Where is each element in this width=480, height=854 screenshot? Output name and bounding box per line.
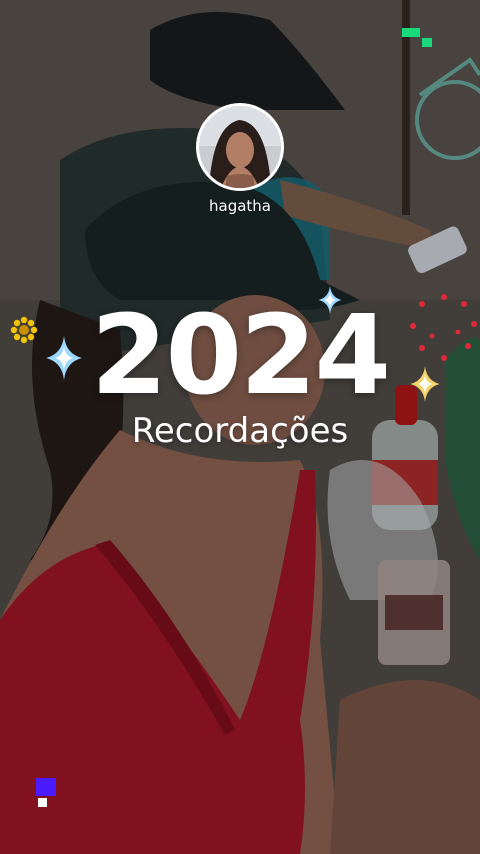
memories-subtitle: Recordações — [131, 411, 349, 451]
avatar[interactable] — [196, 103, 284, 191]
sparkle-icon — [46, 336, 82, 380]
confetti-ring-icon — [410, 294, 477, 361]
violet-pixel-blocks — [36, 778, 56, 807]
profile-photo — [199, 106, 281, 188]
sparkle-icon — [410, 366, 440, 402]
green-pixel-blocks — [402, 28, 432, 47]
story-screen[interactable]: hagatha 2024 Recordações — [0, 0, 480, 854]
username-label[interactable]: hagatha — [0, 197, 480, 215]
sparkle-icon — [318, 286, 342, 314]
flower-icon — [10, 316, 38, 344]
